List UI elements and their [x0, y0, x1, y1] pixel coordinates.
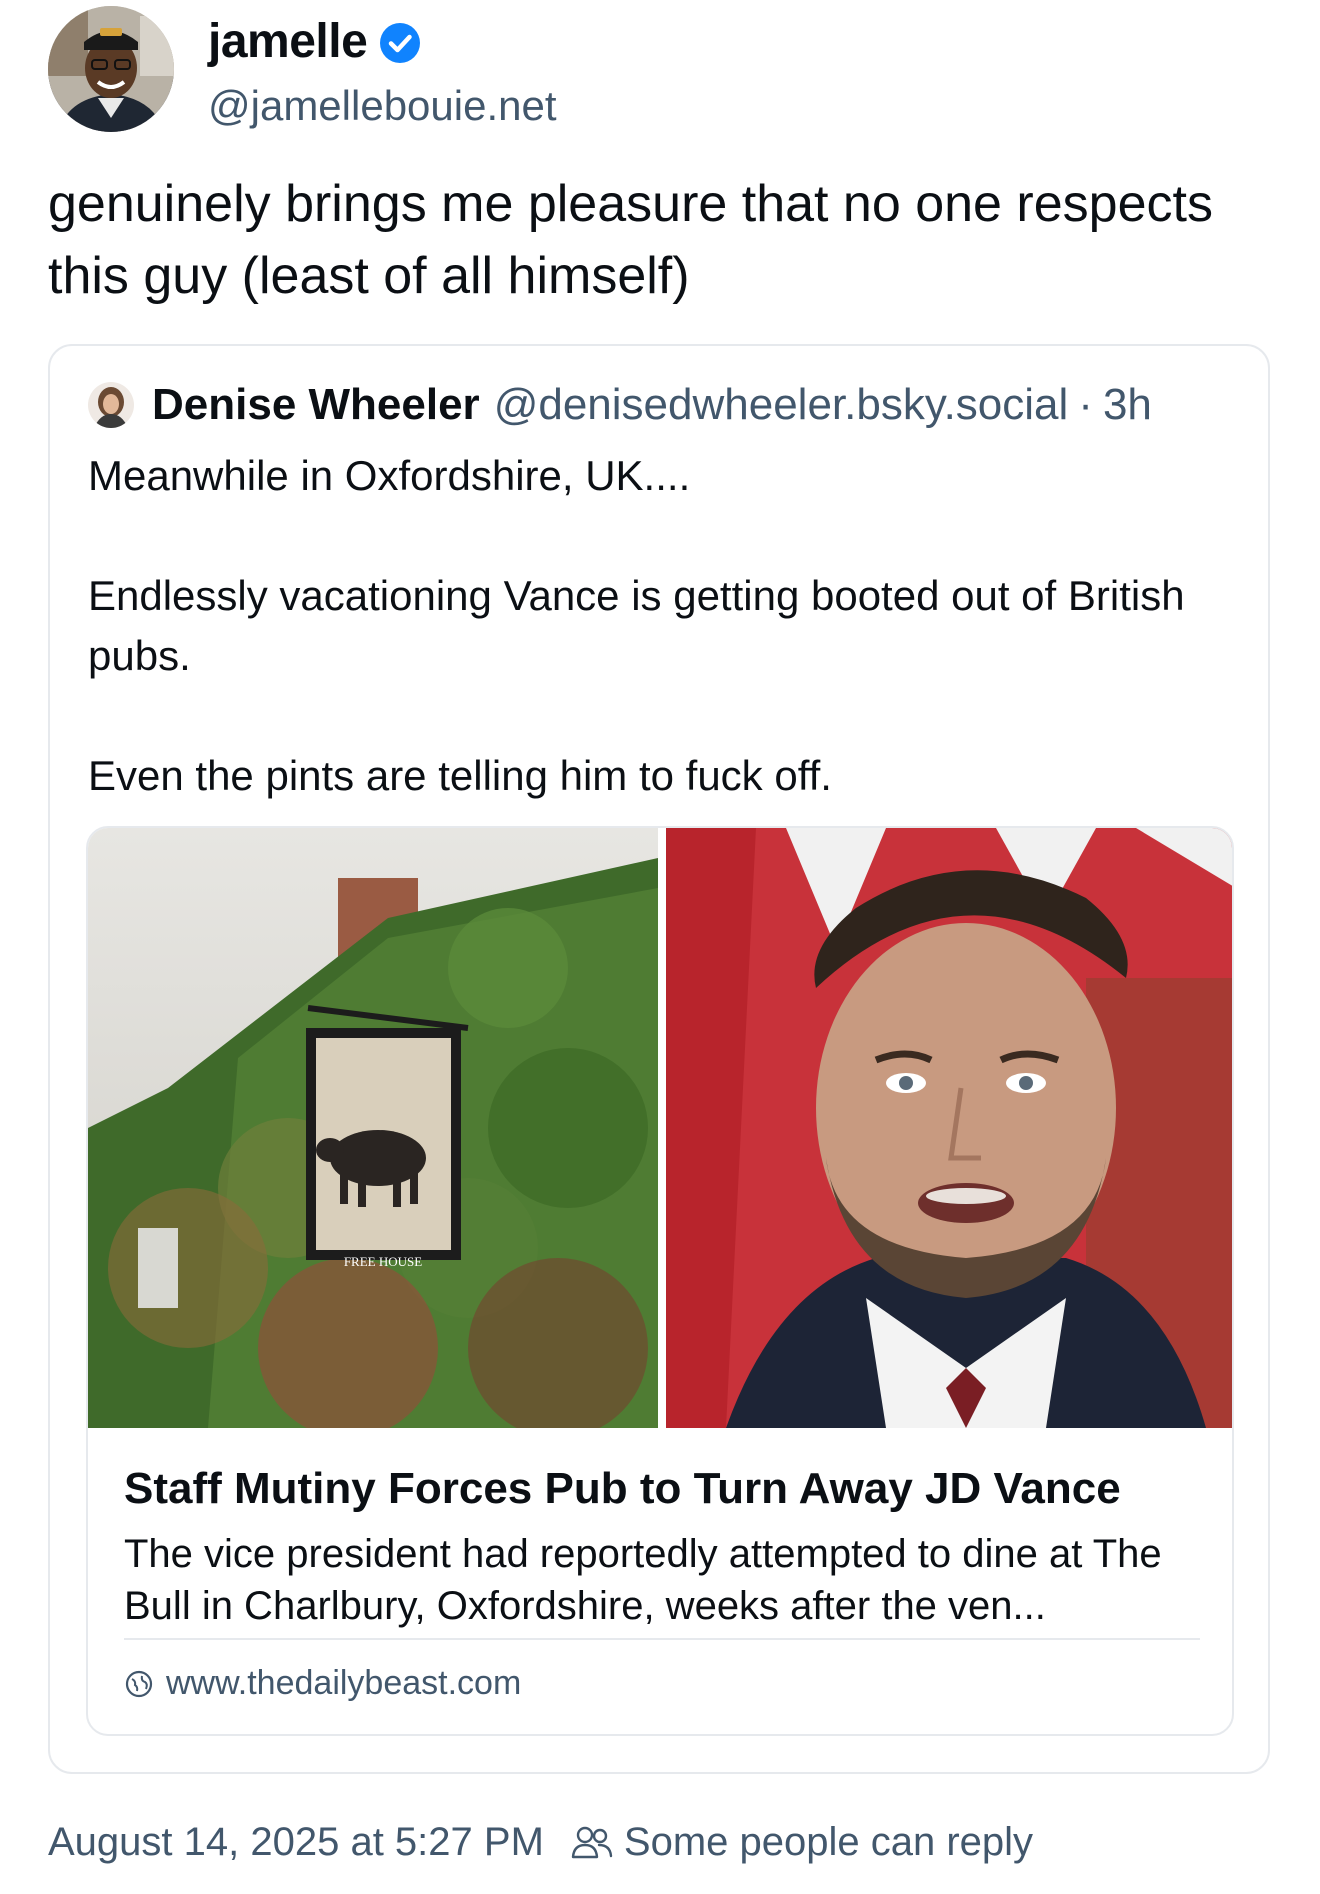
pub-sign-image[interactable]: FREE HOUSE — [88, 828, 658, 1428]
reply-setting[interactable]: Some people can reply — [624, 1820, 1033, 1865]
link-preview-images[interactable]: FREE HOUSE — [88, 828, 1232, 1428]
post-screen: jamelle @jamellebouie.net genuinely brin… — [0, 0, 1320, 1894]
author-name-row[interactable]: jamelle — [208, 14, 421, 69]
separator-dot: · — [1078, 380, 1093, 429]
verified-check-icon[interactable] — [379, 21, 421, 63]
post-header: jamelle @jamellebouie.net — [48, 6, 1268, 132]
link-card-description: The vice president had reportedly attemp… — [124, 1532, 1162, 1628]
quoted-author-avatar[interactable] — [88, 382, 134, 428]
quoted-author-handle[interactable]: @denisedwheeler.bsky.social — [494, 380, 1069, 430]
link-preview-card[interactable]: FREE HOUSE Staff Mutiny Forces Pub to Tu… — [86, 826, 1234, 1736]
link-card-domain-row[interactable]: www.thedailybeast.com — [124, 1664, 521, 1703]
post-timestamp: August 14, 2025 at 5:27 PM — [48, 1820, 544, 1864]
vance-portrait-image[interactable] — [666, 828, 1232, 1428]
people-icon — [570, 1823, 614, 1863]
image-divider — [658, 828, 666, 1428]
pub-sign-label: FREE HOUSE — [344, 1254, 422, 1269]
quoted-post-text: Meanwhile in Oxfordshire, UK.... Endless… — [88, 452, 1185, 799]
quoted-post-time: 3h — [1102, 380, 1152, 429]
post-footer: August 14, 2025 at 5:27 PM Some people c… — [48, 1820, 1288, 1865]
link-card-domain: www.thedailybeast.com — [166, 1664, 522, 1702]
quoted-post[interactable]: Denise Wheeler @denisedwheeler.bsky.soci… — [48, 344, 1270, 1774]
globe-icon — [124, 1669, 154, 1699]
author-handle[interactable]: @jamellebouie.net — [208, 82, 557, 130]
post-text: genuinely brings me pleasure that no one… — [48, 175, 1213, 305]
link-card-divider — [124, 1638, 1200, 1640]
quoted-post-header: Denise Wheeler @denisedwheeler.bsky.soci… — [88, 380, 1258, 430]
quoted-author-name[interactable]: Denise Wheeler — [152, 380, 480, 430]
link-card-title[interactable]: Staff Mutiny Forces Pub to Turn Away JD … — [124, 1464, 1204, 1514]
author-display-name[interactable]: jamelle — [208, 14, 368, 69]
author-avatar[interactable] — [48, 6, 174, 132]
